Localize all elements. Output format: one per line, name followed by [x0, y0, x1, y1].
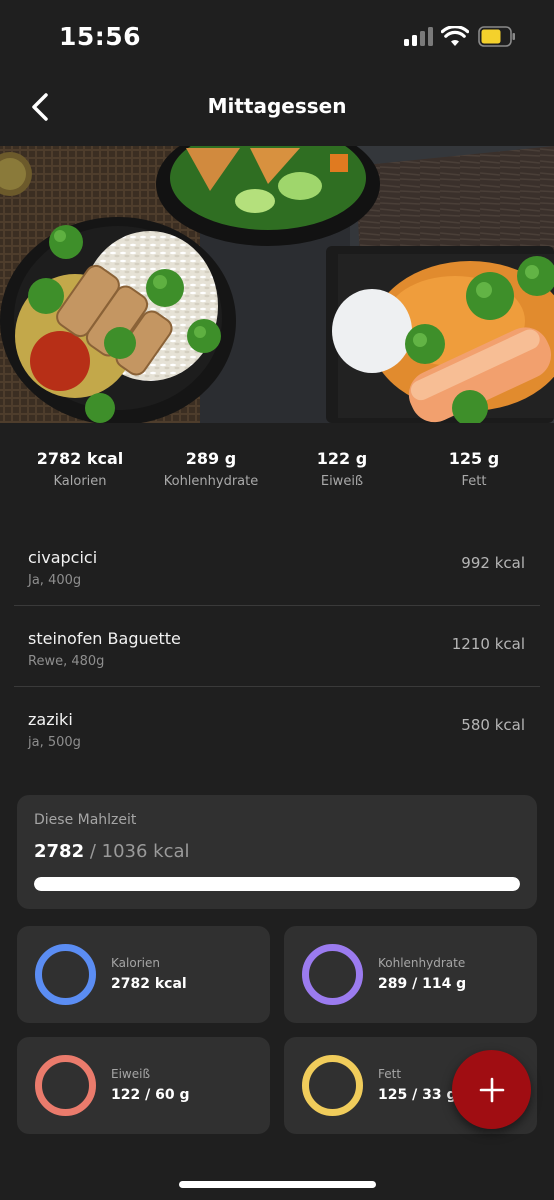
meal-hero-image	[0, 146, 554, 423]
fett-ring-icon	[302, 1055, 363, 1116]
add-food-button[interactable]	[452, 1050, 531, 1129]
wifi-icon	[441, 26, 469, 46]
food-list-item[interactable]: zaziki ja, 500g 580 kcal	[14, 687, 540, 768]
battery-icon	[478, 26, 515, 47]
macro-fett: 125 g Fett	[404, 449, 544, 489]
nutrient-label: Kalorien	[111, 956, 160, 970]
food-list-item[interactable]: steinofen Baguette Rewe, 480g 1210 kcal	[14, 606, 540, 687]
kohlenhydrate-ring-icon	[302, 944, 363, 1005]
food-list: civapcici Ja, 400g 992 kcal steinofen Ba…	[14, 525, 540, 768]
nutrient-card-kalorien[interactable]: Kalorien 2782 kcal	[17, 926, 270, 1023]
macro-kalorien: 2782 kcal Kalorien	[10, 449, 150, 489]
food-kcal: 580 kcal	[461, 716, 525, 734]
meal-current: 2782	[34, 841, 85, 862]
food-name: civapcici	[28, 548, 98, 567]
eiweiss-ring-icon	[35, 1055, 96, 1116]
macro-value: 2782 kcal	[36, 449, 124, 468]
nutrient-value: 125 / 33 g	[378, 1087, 457, 1103]
food-kcal: 992 kcal	[461, 554, 525, 572]
food-list-item[interactable]: civapcici Ja, 400g 992 kcal	[14, 525, 540, 606]
nutrient-value: 2782 kcal	[111, 976, 187, 992]
nutrient-card-eiweiss[interactable]: Eiweiß 122 / 60 g	[17, 1037, 270, 1134]
macro-label: Kohlenhydrate	[163, 474, 259, 489]
food-name: steinofen Baguette	[28, 629, 181, 648]
food-kcal: 1210 kcal	[451, 635, 525, 653]
macro-eiweiss: 122 g Eiweiß	[272, 449, 412, 489]
food-detail: Ja, 400g	[28, 573, 82, 588]
macro-label: Kalorien	[53, 474, 107, 489]
home-indicator	[179, 1181, 376, 1188]
meal-progress-fill	[34, 877, 520, 891]
nutrient-label: Kohlenhydrate	[378, 956, 466, 970]
meal-target: 1036 kcal	[101, 841, 190, 862]
meal-separator: /	[89, 841, 96, 862]
nutrient-label: Eiweiß	[111, 1067, 151, 1081]
macros-summary: 2782 kcal Kalorien 289 g Kohlenhydrate 1…	[0, 449, 554, 493]
meal-values: 2782 / 1036 kcal	[34, 841, 190, 862]
food-detail: Rewe, 480g	[28, 654, 105, 669]
macro-label: Eiweiß	[320, 474, 364, 489]
nutrient-value: 289 / 114 g	[378, 976, 467, 992]
cellular-signal-icon	[404, 27, 434, 46]
header: Mittagessen	[0, 74, 554, 140]
meal-progress-bar	[34, 877, 520, 891]
meal-label: Diese Mahlzeit	[34, 812, 137, 828]
food-detail: ja, 500g	[28, 735, 81, 750]
nutrient-label: Fett	[378, 1067, 402, 1081]
food-photo-illustration	[0, 146, 554, 423]
macro-value: 122 g	[316, 449, 368, 468]
macro-label: Fett	[461, 474, 487, 489]
kalorien-ring-icon	[35, 944, 96, 1005]
macro-value: 125 g	[448, 449, 500, 468]
meal-progress-card: Diese Mahlzeit 2782 / 1036 kcal	[17, 795, 537, 909]
page-title: Mittagessen	[207, 94, 347, 118]
macro-kohlenhydrate: 289 g Kohlenhydrate	[141, 449, 281, 489]
food-name: zaziki	[28, 710, 73, 729]
plus-icon	[479, 1077, 504, 1102]
status-time: 15:56	[59, 22, 142, 51]
macro-value: 289 g	[185, 449, 237, 468]
nutrient-card-kohlenhydrate[interactable]: Kohlenhydrate 289 / 114 g	[284, 926, 537, 1023]
status-bar: 15:56	[0, 0, 554, 74]
nutrient-value: 122 / 60 g	[111, 1087, 190, 1103]
